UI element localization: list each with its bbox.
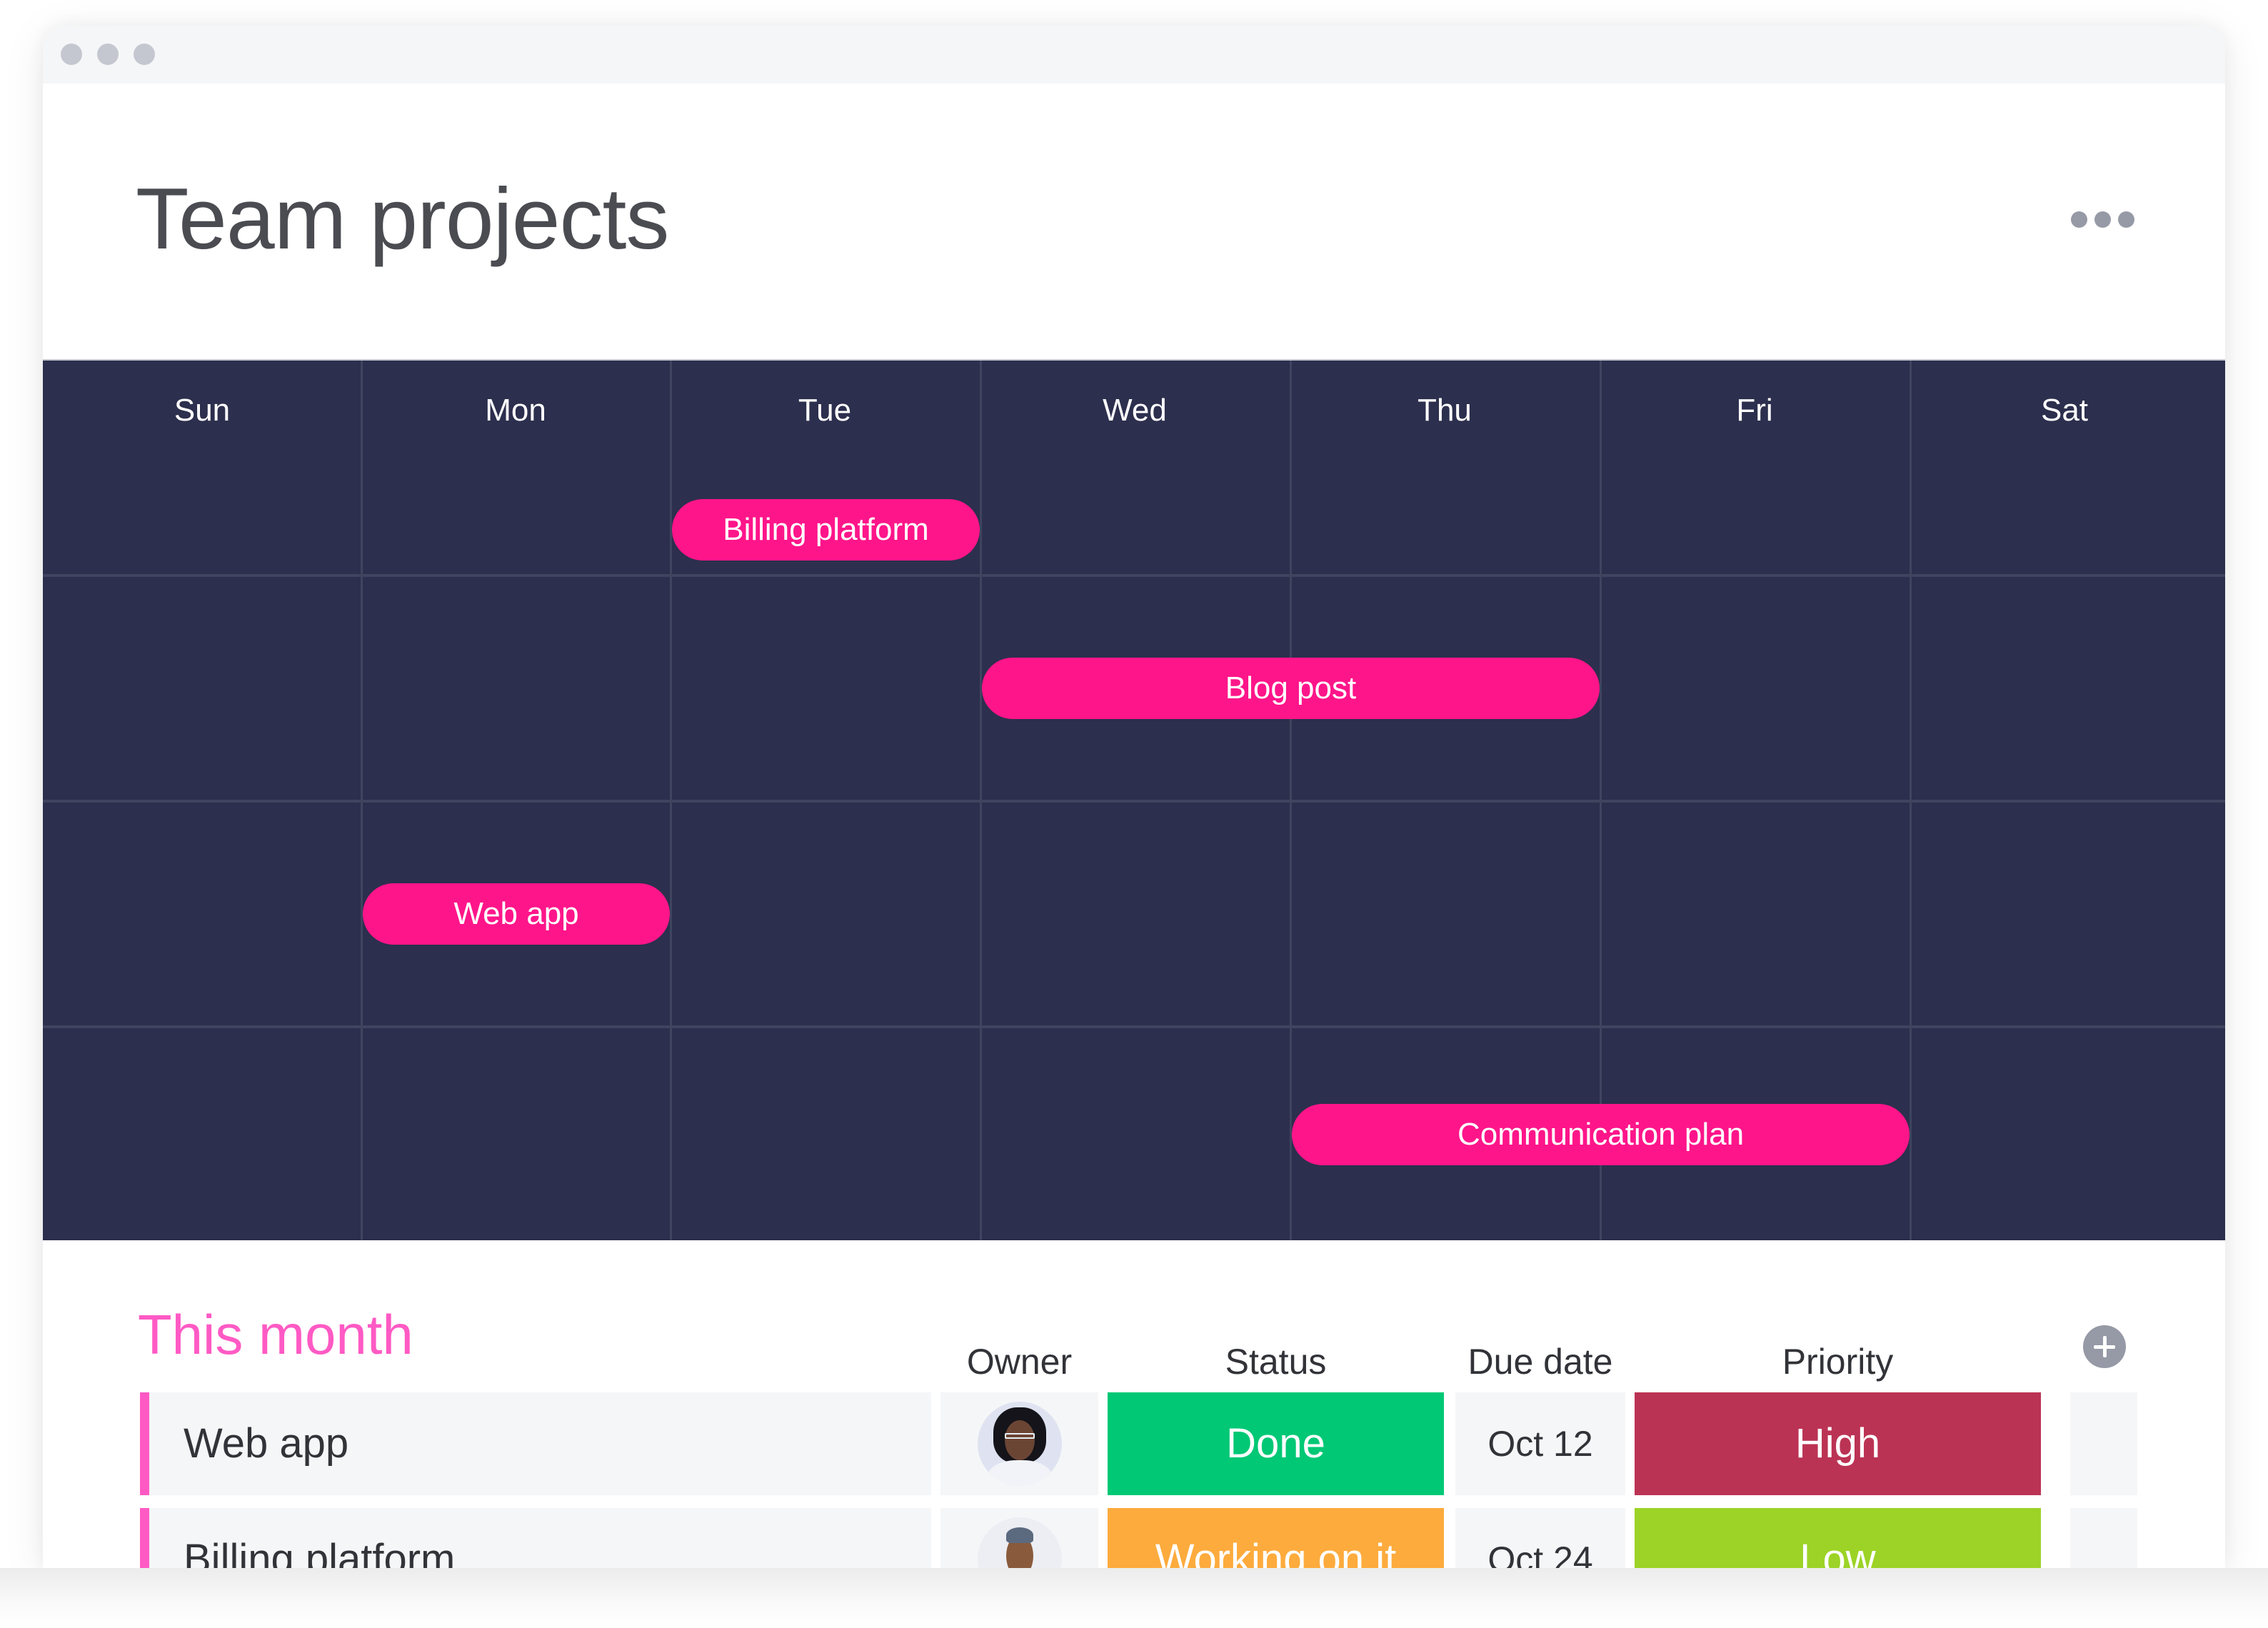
due-date-cell[interactable]: Oct 24 [1455,1508,1625,1568]
avatar [977,1402,1062,1486]
owner-cell[interactable] [940,1392,1098,1495]
status-label[interactable]: Working on it [1108,1508,1444,1568]
status-label[interactable]: Done [1108,1392,1444,1495]
empty-cell[interactable] [2070,1508,2137,1568]
page-title: Team projects [136,170,669,267]
priority-label[interactable]: Low [1635,1508,2041,1568]
column-header-priority[interactable]: Priority [1635,1337,2041,1387]
calendar-gridline [43,574,2225,577]
day-header-tue: Tue [798,393,852,428]
more-horizontal-icon [2094,211,2111,228]
table-row[interactable]: Web app Done Oct 12 High [43,1392,2225,1495]
more-horizontal-icon [2071,211,2087,228]
item-name[interactable]: Billing platform [149,1508,931,1568]
calendar-gridline [43,1025,2225,1028]
event-billing-platform[interactable]: Billing platform [672,499,980,561]
priority-label[interactable]: High [1635,1392,2041,1495]
item-name[interactable]: Web app [149,1392,931,1495]
group-color-bar [140,1392,149,1495]
window-minimize-button[interactable] [97,44,119,65]
event-blog-post[interactable]: Blog post [982,658,1600,719]
column-header-status[interactable]: Status [1108,1337,1444,1387]
event-communication-plan[interactable]: Communication plan [1292,1103,1910,1165]
app-window: Team projects Sun Mon Tue Wed Thu Fri Sa… [43,26,2225,1568]
empty-cell[interactable] [2070,1392,2137,1495]
window-titlebar [43,26,2225,84]
avatar [977,1517,1062,1568]
calendar-gridline [43,800,2225,803]
group-title[interactable]: This month [138,1302,413,1367]
day-header-wed: Wed [1103,393,1167,428]
group-color-bar [140,1508,149,1568]
bottom-fade [0,1568,2268,1628]
owner-cell[interactable] [940,1508,1098,1568]
day-header-sun: Sun [174,393,231,428]
window-maximize-button[interactable] [134,44,155,65]
event-web-app[interactable]: Web app [363,883,670,945]
add-column-button[interactable] [2083,1325,2126,1368]
window-close-button[interactable] [61,44,82,65]
calendar-view: Sun Mon Tue Wed Thu Fri Sat Billing plat… [43,359,2225,1240]
due-date-cell[interactable]: Oct 12 [1455,1392,1625,1495]
column-header-owner[interactable]: Owner [940,1337,1098,1387]
more-options-button[interactable] [2071,208,2142,230]
table-row[interactable]: Billing platform Working on it Oct 24 Lo… [43,1508,2225,1568]
column-header-due-date[interactable]: Due date [1434,1337,1647,1387]
day-header-fri: Fri [1736,393,1773,428]
more-horizontal-icon [2118,211,2134,228]
day-header-thu: Thu [1418,393,1472,428]
day-header-sat: Sat [2040,393,2089,428]
day-header-mon: Mon [485,393,546,428]
